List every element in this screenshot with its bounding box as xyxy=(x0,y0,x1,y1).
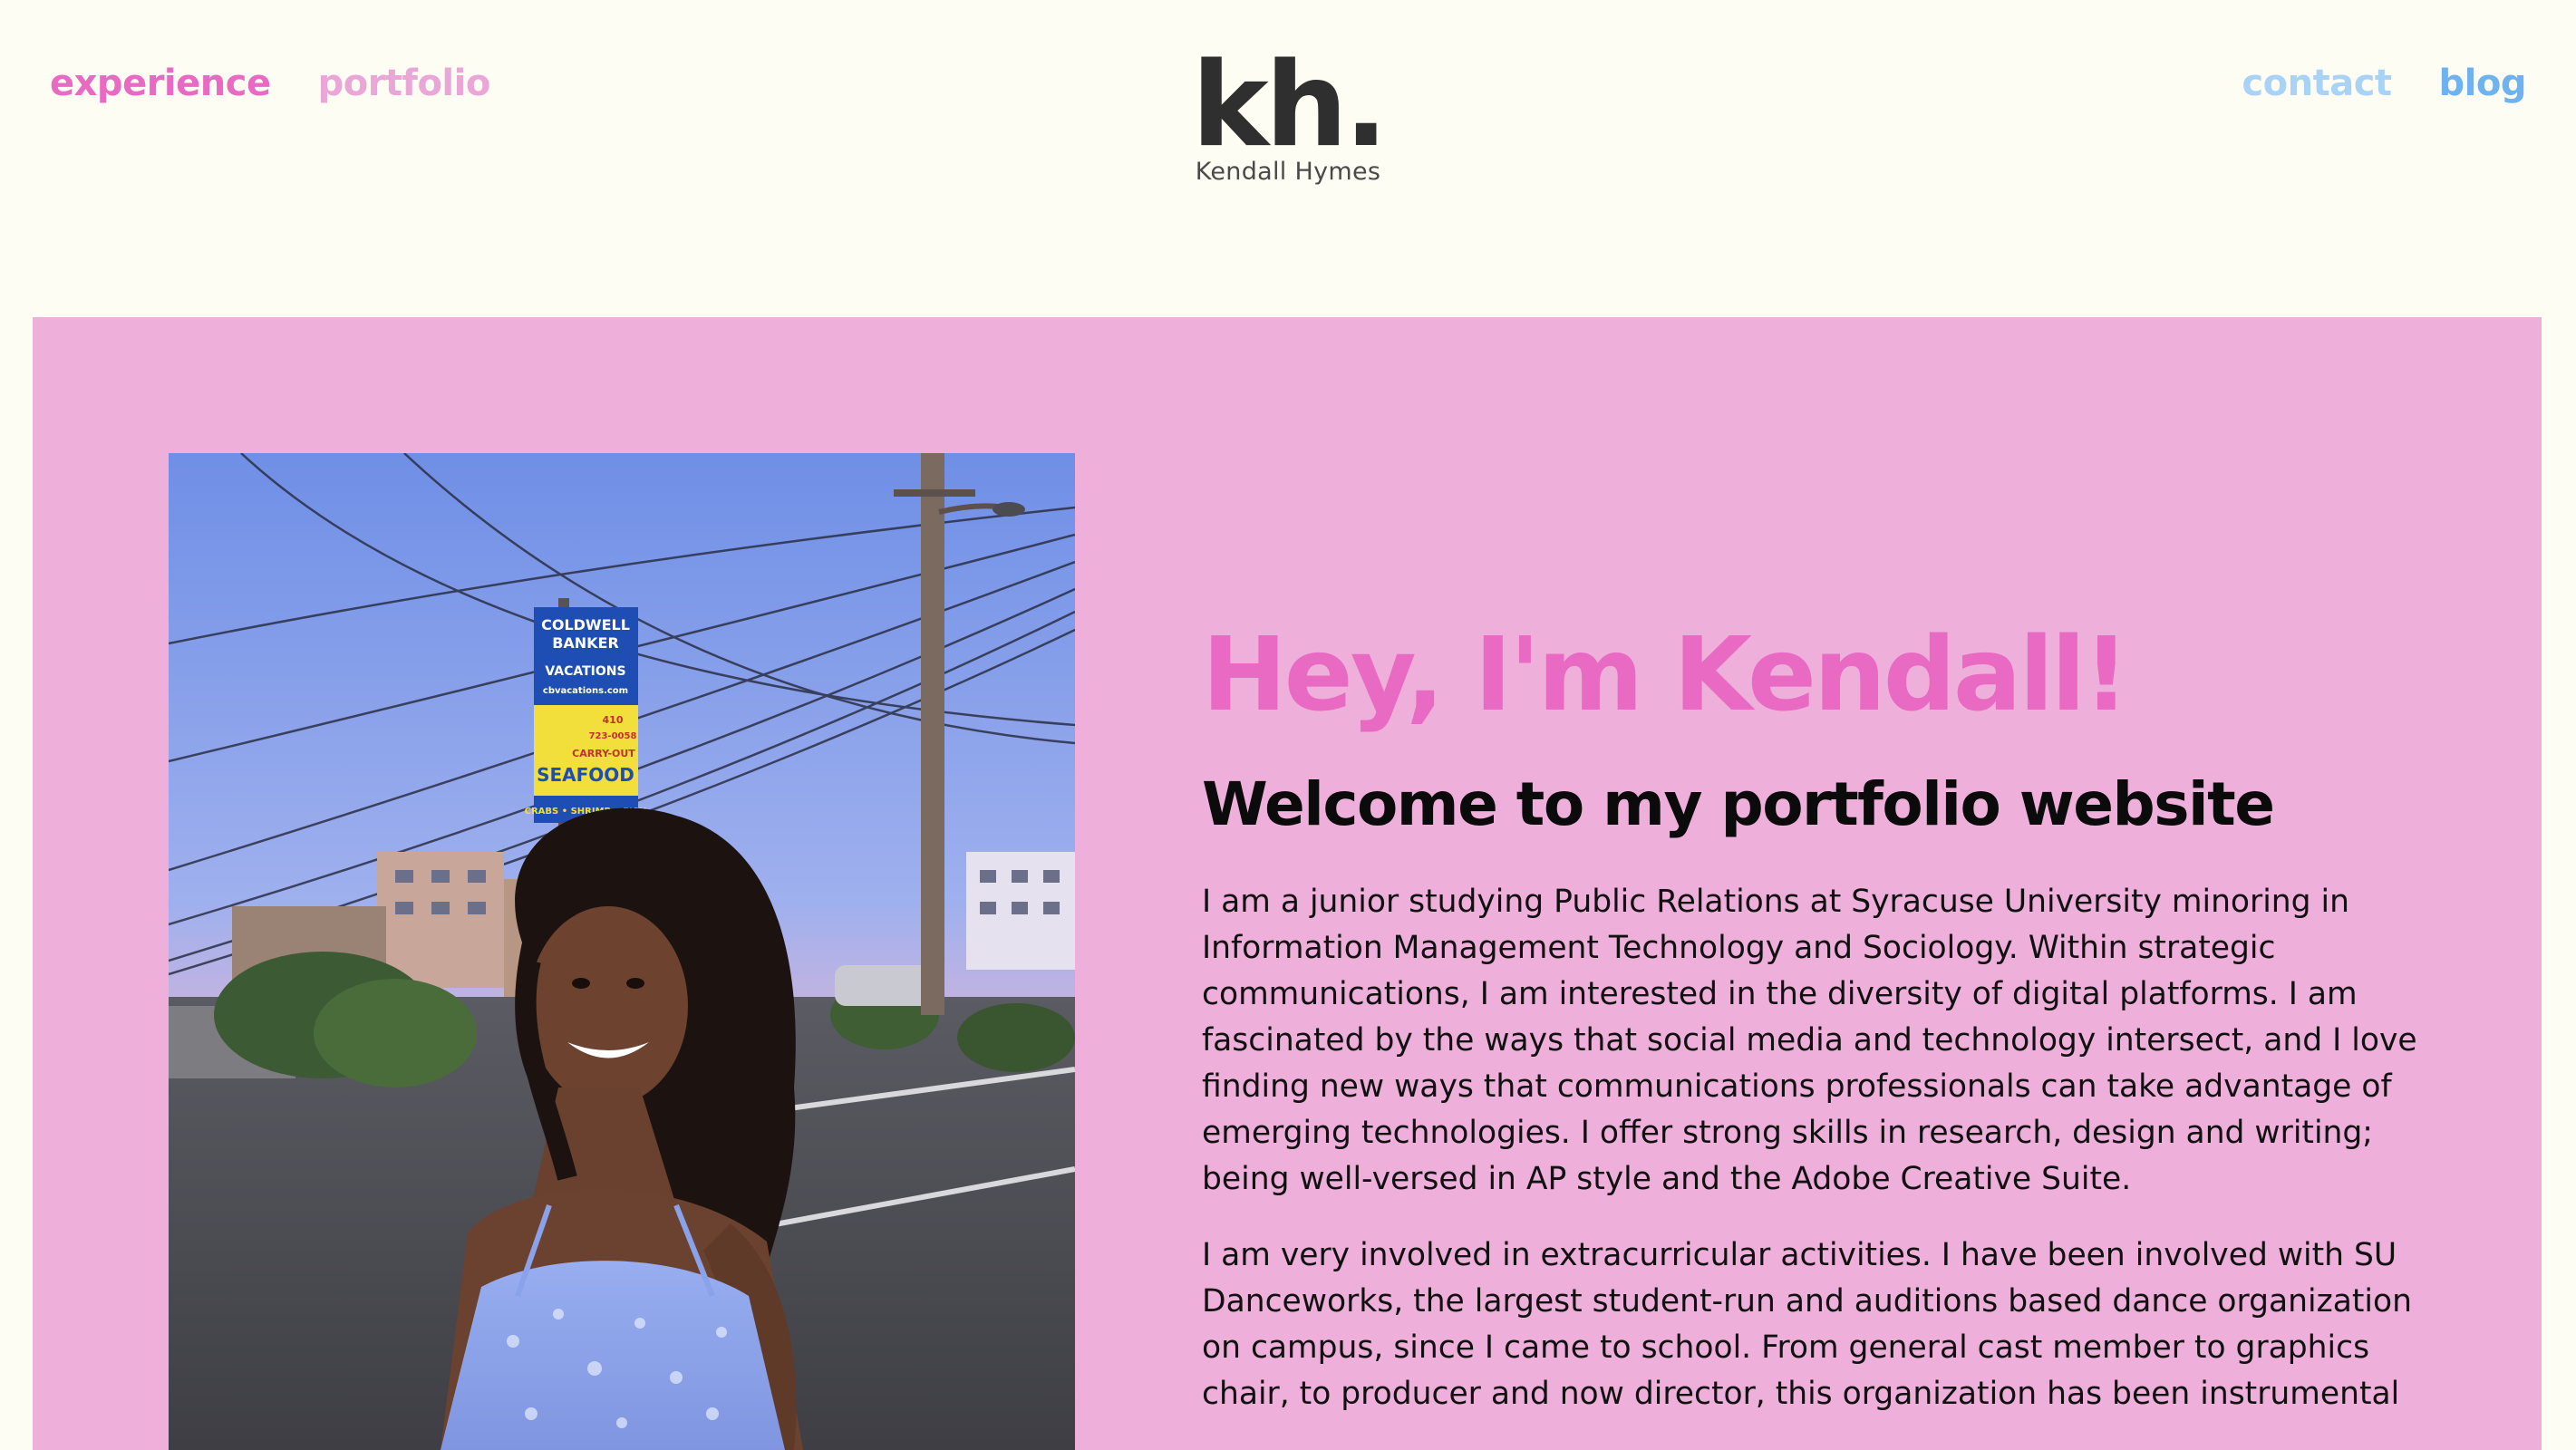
sign-text-seafood: SEAFOOD xyxy=(537,764,634,786)
sign-text-carryout: CARRY-OUT xyxy=(572,748,635,759)
logo-name: Kendall Hymes xyxy=(1195,158,1381,186)
logo-mark: kh. xyxy=(1191,38,1389,173)
profile-photo: COLDWELL BANKER VACATIONS cbvacations.co… xyxy=(169,453,1075,1450)
sign-text-410: 410 xyxy=(603,714,624,726)
sign-text-coldwell: COLDWELL xyxy=(541,616,630,633)
bio-paragraph-2: I am very involved in extracurricular ac… xyxy=(1202,1237,2412,1412)
nav-right: contact blog xyxy=(2242,56,2526,111)
sign-text-phone: 723-0058 xyxy=(589,731,637,741)
nav-link-contact[interactable]: contact xyxy=(2242,56,2392,111)
sign-text-url: cbvacations.com xyxy=(543,686,628,696)
sign-text-vacations: VACATIONS xyxy=(545,664,625,679)
hero-section: COLDWELL BANKER VACATIONS cbvacations.co… xyxy=(33,317,2542,1450)
nav-link-blog[interactable]: blog xyxy=(2439,56,2527,111)
site-logo[interactable]: kh. Kendall Hymes xyxy=(1191,38,1389,187)
intro-content: Hey, I'm Kendall! Welcome to my portfoli… xyxy=(1202,616,2435,1417)
profile-photo-illustration: COLDWELL BANKER VACATIONS cbvacations.co… xyxy=(169,453,1075,1450)
hero-subtitle: Welcome to my portfolio website xyxy=(1202,769,2275,839)
nav-link-portfolio[interactable]: portfolio xyxy=(318,56,491,111)
nav-left: experience portfolio xyxy=(50,56,490,111)
hero-title: Hey, I'm Kendall! xyxy=(1202,616,2129,734)
sign-text-banker: BANKER xyxy=(552,634,619,652)
nav-link-experience[interactable]: experience xyxy=(50,56,271,111)
bio-paragraph-1: I am a junior studying Public Relations … xyxy=(1202,884,2417,1197)
